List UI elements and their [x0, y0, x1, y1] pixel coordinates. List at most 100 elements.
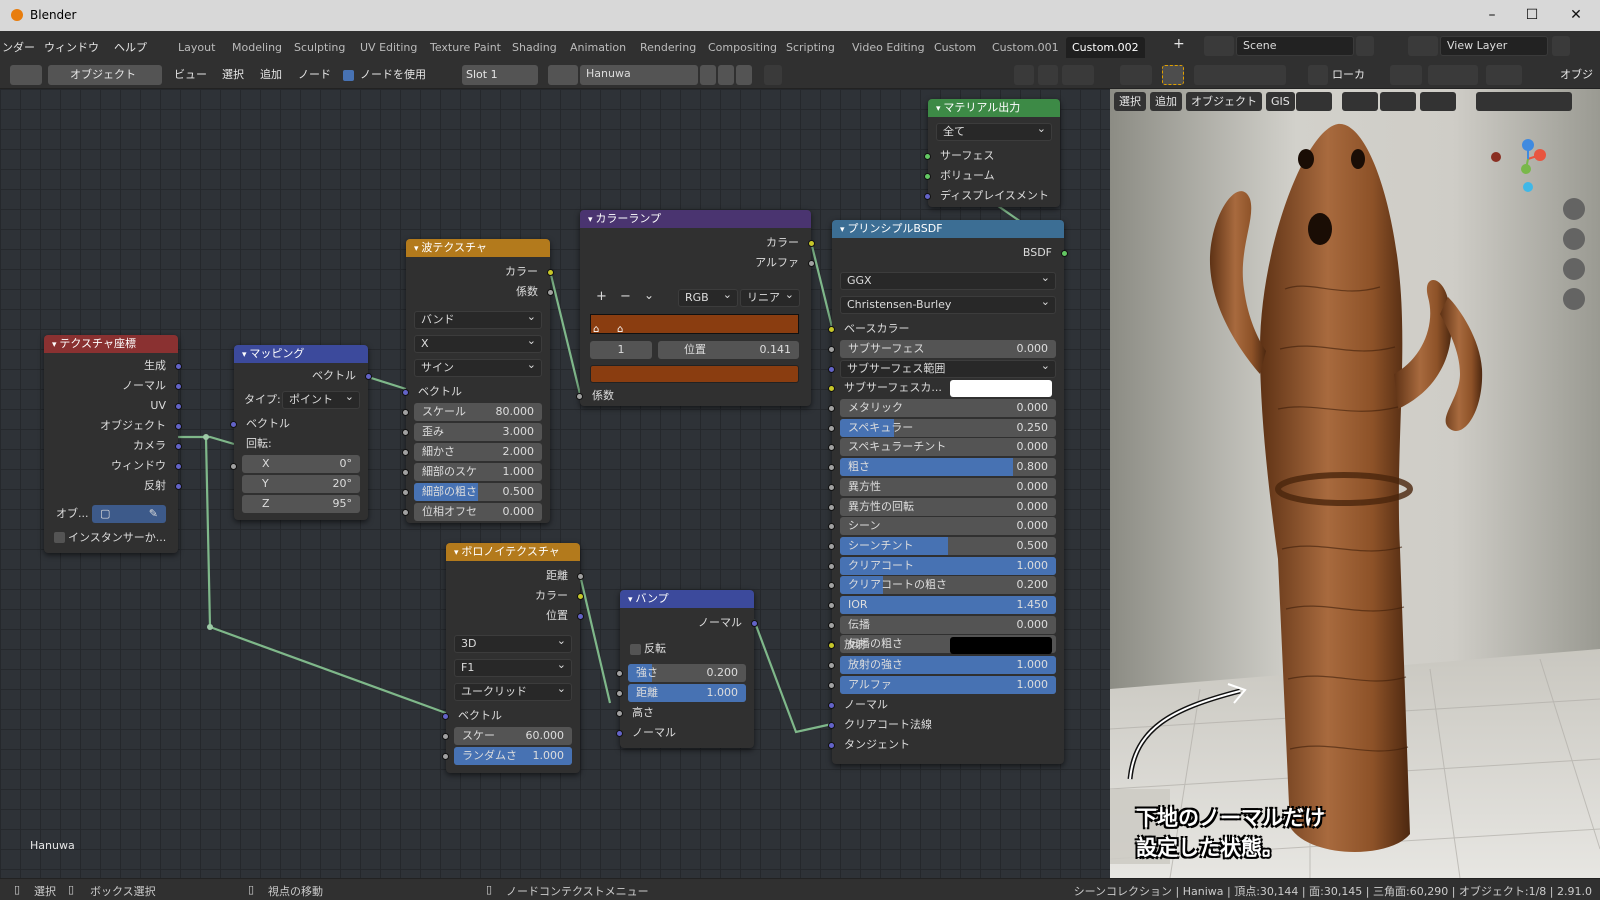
tab-0[interactable]: Layout [172, 37, 221, 58]
field-nodes-wave-fields-1[interactable]: 歪み 3.000 [414, 423, 542, 441]
socket[interactable] [828, 523, 835, 530]
ramp-stop-handle-active[interactable]: ⌂ [617, 324, 623, 335]
bump-distance-field[interactable]: 距離 1.000 [628, 684, 746, 702]
ramp-stop-color-swatch[interactable] [590, 365, 799, 383]
field-nodes-wave-fields-5[interactable]: 位相オフセ 0.000 [414, 503, 542, 521]
field-nodes-bsdf-fields-9[interactable]: クリアコート 1.000 [840, 557, 1056, 575]
socket[interactable] [402, 449, 409, 456]
field-nodes-bsdf-fields2-0[interactable]: 放射の強さ 1.000 [840, 656, 1056, 674]
tab-2[interactable]: Sculpting [288, 37, 351, 58]
parent-node-icon[interactable] [1014, 65, 1034, 85]
socket[interactable] [828, 484, 835, 491]
bump-strength-field[interactable]: 強さ 0.200 [628, 664, 746, 682]
snap-element-icon[interactable] [1062, 65, 1094, 85]
object-menu-cut[interactable]: オブジ [1556, 65, 1597, 85]
ramp-position-field[interactable]: 位置 0.141 [658, 341, 799, 359]
node-header[interactable]: マッピング [234, 345, 368, 363]
voronoi-dimensions-dropdown[interactable]: 3D [454, 633, 572, 653]
voronoi-randomness-field[interactable]: ランダムさ 1.000 [454, 747, 572, 765]
socket[interactable] [442, 753, 449, 760]
socket[interactable] [230, 463, 237, 470]
close-button[interactable]: ✕ [1564, 5, 1588, 25]
object-picker-field[interactable]: ▢ ✎ [92, 505, 166, 523]
scene-field[interactable]: Scene [1236, 36, 1354, 56]
view-layer-field[interactable]: View Layer [1440, 36, 1548, 56]
duplicate-material-icon[interactable] [718, 65, 734, 85]
node-header[interactable]: テクスチャ座標 [44, 335, 178, 353]
field-nodes-bsdf-fields-12[interactable]: 伝播 0.000 [840, 616, 1056, 634]
wave-type-dropdown[interactable]: バンド [414, 309, 542, 329]
menu-add[interactable]: 追加 [256, 65, 286, 85]
field-nodes-bsdf-fields-7[interactable]: シーン 0.000 [840, 517, 1056, 535]
emission-color-swatch[interactable] [950, 637, 1052, 654]
field-nodes-bsdf-fields-1[interactable]: メタリック 0.000 [840, 399, 1056, 417]
socket[interactable] [828, 662, 835, 669]
node-material-output[interactable]: マテリアル出力 全て サーフェス ボリューム ディスプレイスメント [924, 99, 1060, 207]
voronoi-metric-dropdown[interactable]: ユークリッド [454, 681, 572, 701]
socket[interactable] [828, 425, 835, 432]
socket[interactable] [402, 489, 409, 496]
socket[interactable] [175, 423, 182, 430]
tab-1[interactable]: Modeling [226, 37, 288, 58]
bsdf-subsurface-method-dropdown[interactable]: Christensen-Burley [840, 294, 1056, 314]
socket[interactable] [828, 543, 835, 550]
slot-dropdown[interactable]: Slot 1 [462, 65, 538, 85]
socket[interactable] [828, 504, 835, 511]
voronoi-scale-field[interactable]: スケー 60.000 [454, 727, 572, 745]
node-wave-texture[interactable]: 波テクスチャ カラー 係数 バンド X サイン ベクトル スケール80.000 歪… [402, 239, 554, 523]
subsurface-color-swatch[interactable] [950, 380, 1052, 397]
socket[interactable] [828, 563, 835, 570]
socket[interactable] [402, 409, 409, 416]
bump-invert-checkbox[interactable] [630, 644, 641, 655]
tab-7[interactable]: Rendering [634, 37, 702, 58]
from-instancer-checkbox[interactable] [54, 532, 65, 543]
socket[interactable] [828, 622, 835, 629]
ramp-stop-handle[interactable]: ⌂ [593, 324, 599, 335]
ramp-color-mode-dropdown[interactable]: RGB [678, 287, 738, 307]
transform-orientation-icon[interactable] [1308, 65, 1328, 85]
node-header[interactable]: バンプ [620, 590, 754, 608]
field-nodes-wave-fields-3[interactable]: 細部のスケ 1.000 [414, 463, 542, 481]
field-nodes-bsdf-fields-5[interactable]: 異方性 0.000 [840, 478, 1056, 496]
node-header[interactable]: 波テクスチャ [406, 239, 550, 257]
socket[interactable] [175, 383, 182, 390]
editor-type-icon[interactable] [10, 65, 42, 85]
shader-node-editor[interactable]: テクスチャ座標 オブ... ▢✎ インスタンサーか... 生成ノーマルUVオブジ… [0, 89, 1110, 878]
snap-icon[interactable] [1038, 65, 1058, 85]
rotation-z-field[interactable]: Z 95° [242, 495, 360, 513]
menu-window[interactable]: ウィンドウ [44, 39, 99, 55]
tab-8[interactable]: Compositing [702, 37, 783, 58]
field-nodes-bsdf-fields-2[interactable]: スペキュラー 0.250 [840, 419, 1056, 437]
rotation-y-field[interactable]: Y 20° [242, 475, 360, 493]
node-header[interactable]: ボロノイテクスチャ [446, 543, 580, 561]
field-nodes-bsdf-fields-11[interactable]: IOR 1.450 [840, 596, 1056, 614]
minimize-button[interactable]: – [1480, 5, 1504, 25]
socket[interactable] [828, 346, 835, 353]
field-nodes-bsdf-fields-3[interactable]: スペキュラーチント 0.000 [840, 438, 1056, 456]
socket[interactable] [402, 509, 409, 516]
new-view-layer-icon[interactable] [1552, 36, 1570, 56]
maximize-button[interactable]: ☐ [1520, 5, 1544, 25]
node-principled-bsdf[interactable]: プリンシプルBSDF BSDF GGX Christensen-Burley ベ… [828, 220, 1068, 764]
viewport-editor-type-icon[interactable] [1120, 65, 1152, 85]
add-workspace-button[interactable]: + [1173, 36, 1185, 52]
rotation-x-field[interactable]: X 0° [242, 455, 360, 473]
wave-direction-dropdown[interactable]: X [414, 333, 542, 353]
voronoi-feature-dropdown[interactable]: F1 [454, 657, 572, 677]
field-nodes-bsdf-fields2-1[interactable]: アルファ 1.000 [840, 676, 1056, 694]
node-header[interactable]: プリンシプルBSDF [832, 220, 1064, 238]
object-mode-dropdown[interactable]: オブジェクト [48, 65, 162, 85]
mapping-type-dropdown[interactable]: ポイント [282, 389, 360, 409]
tab-6[interactable]: Animation [564, 37, 632, 58]
socket[interactable] [175, 363, 182, 370]
proportional-edit-icon[interactable] [1486, 65, 1522, 85]
socket[interactable] [616, 670, 623, 677]
node-color-ramp[interactable]: カラーランプ カラー アルファ + − ⌄ RGB リニア ⌂ ⌂ 1 位置0.… [576, 210, 815, 406]
socket[interactable] [828, 602, 835, 609]
ramp-stop-index-field[interactable]: 1 [590, 341, 652, 359]
tab-4[interactable]: Texture Paint [424, 37, 507, 58]
node-texture-coordinate[interactable]: テクスチャ座標 オブ... ▢✎ インスタンサーか... 生成ノーマルUVオブジ… [44, 335, 182, 553]
tab-5[interactable]: Shading [506, 37, 563, 58]
field-nodes-bsdf-fields-0[interactable]: サブサーフェス 0.000 [840, 340, 1056, 358]
output-target-dropdown[interactable]: 全て [936, 121, 1052, 141]
